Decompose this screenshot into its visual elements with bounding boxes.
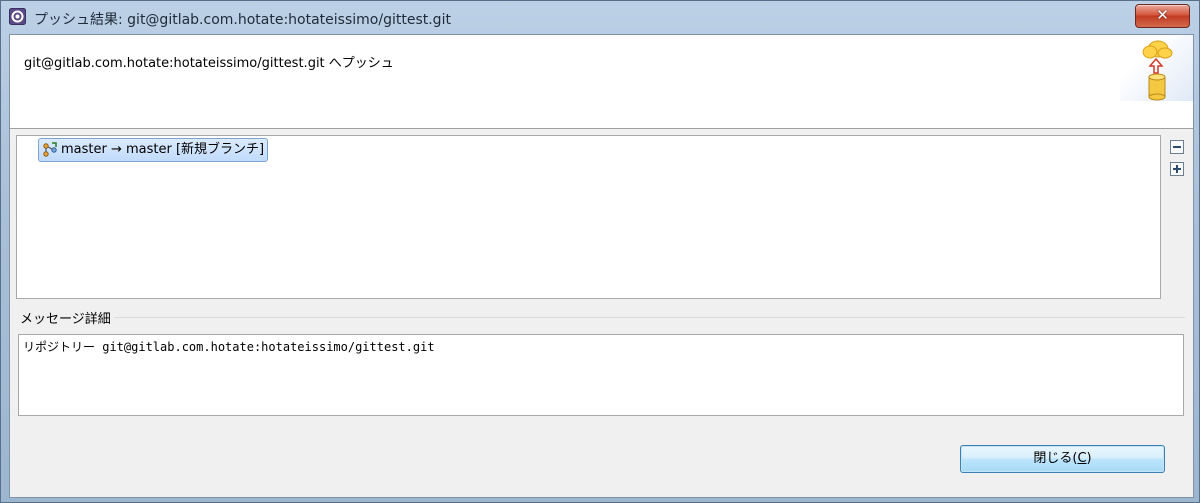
window-close-button[interactable]: ✕ <box>1135 4 1190 28</box>
branch-push-icon <box>43 142 57 157</box>
title-bar[interactable]: プッシュ結果: git@gitlab.com.hotate:hotateissi… <box>1 1 1199 33</box>
push-result-tree[interactable]: master → master [新規ブランチ] <box>16 135 1161 299</box>
close-button-label-suffix: ) <box>1086 451 1092 466</box>
window-title: プッシュ結果: git@gitlab.com.hotate:hotateissi… <box>34 12 451 28</box>
dialog-header: git@gitlab.com.hotate:hotateissimo/gitte… <box>10 35 1193 129</box>
close-button-mnemonic: C <box>1077 451 1087 466</box>
dialog-body: git@gitlab.com.hotate:hotateissimo/gitte… <box>9 34 1194 498</box>
expand-all-icon[interactable] <box>1170 162 1184 176</box>
message-details-label: メッセージ詳細 <box>20 308 114 327</box>
close-button[interactable]: 閉じる(C) <box>960 445 1165 473</box>
tree-item-master[interactable]: master → master [新規ブランチ] <box>38 138 269 162</box>
message-details-text: リポジトリー git@gitlab.com.hotate:hotateissim… <box>23 340 435 354</box>
push-result-dialog: プッシュ結果: git@gitlab.com.hotate:hotateissi… <box>0 0 1200 503</box>
details-separator <box>20 317 1185 318</box>
message-details-textarea[interactable]: リポジトリー git@gitlab.com.hotate:hotateissim… <box>18 334 1184 416</box>
cloud-push-icon <box>1120 35 1193 101</box>
eclipse-app-icon <box>9 8 26 25</box>
tree-item-label: master → master [新規ブランチ] <box>61 142 265 157</box>
collapse-all-icon[interactable] <box>1170 140 1184 154</box>
close-icon: ✕ <box>1156 6 1169 24</box>
push-destination-message: git@gitlab.com.hotate:hotateissimo/gitte… <box>24 56 394 71</box>
close-button-label-prefix: 閉じる( <box>1033 451 1078 466</box>
